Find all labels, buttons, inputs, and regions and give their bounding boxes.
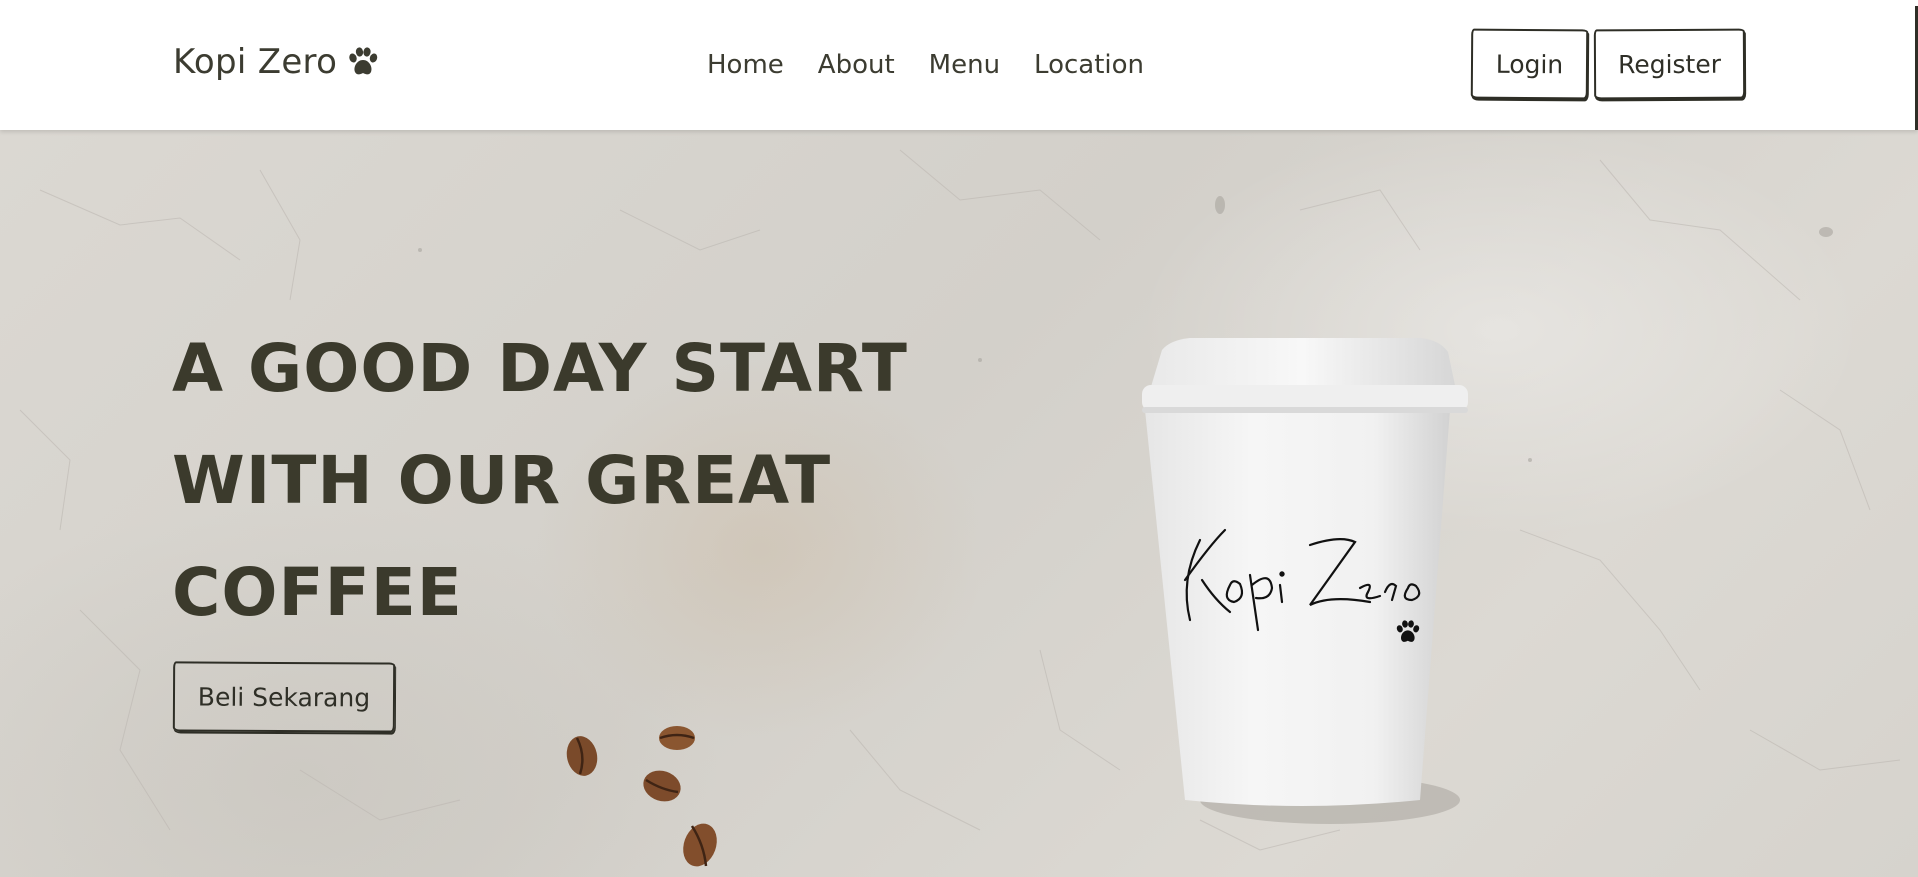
hero-headline: A GOOD DAY START WITH OUR GREAT COFFEE (172, 313, 908, 649)
register-button[interactable]: Register (1593, 28, 1746, 100)
headline-line-3: COFFEE (172, 554, 463, 631)
nav-location-link[interactable]: Location (1034, 48, 1144, 82)
hero-section: A GOOD DAY START WITH OUR GREAT COFFEE B… (0, 130, 1918, 877)
navbar: Kopi Zero Home About Menu Location Login… (0, 0, 1918, 130)
brand-name: Kopi Zero (173, 42, 338, 82)
auth-buttons: Login Register (1470, 28, 1746, 100)
headline-line-1: A GOOD DAY START (172, 330, 908, 407)
buy-now-button[interactable]: Beli Sekarang (172, 661, 396, 733)
brand-logo[interactable]: Kopi Zero (173, 42, 379, 82)
nav-menu-link[interactable]: Menu (929, 48, 1000, 82)
paw-icon (347, 47, 379, 77)
headline-line-2: WITH OUR GREAT (172, 442, 832, 519)
nav-home-link[interactable]: Home (707, 48, 784, 82)
nav-links: Home About Menu Location (707, 48, 1144, 82)
coffee-beans-image (566, 726, 717, 867)
nav-about-link[interactable]: About (818, 48, 895, 82)
coffee-cup-image (1142, 338, 1468, 824)
login-button[interactable]: Login (1470, 28, 1589, 100)
